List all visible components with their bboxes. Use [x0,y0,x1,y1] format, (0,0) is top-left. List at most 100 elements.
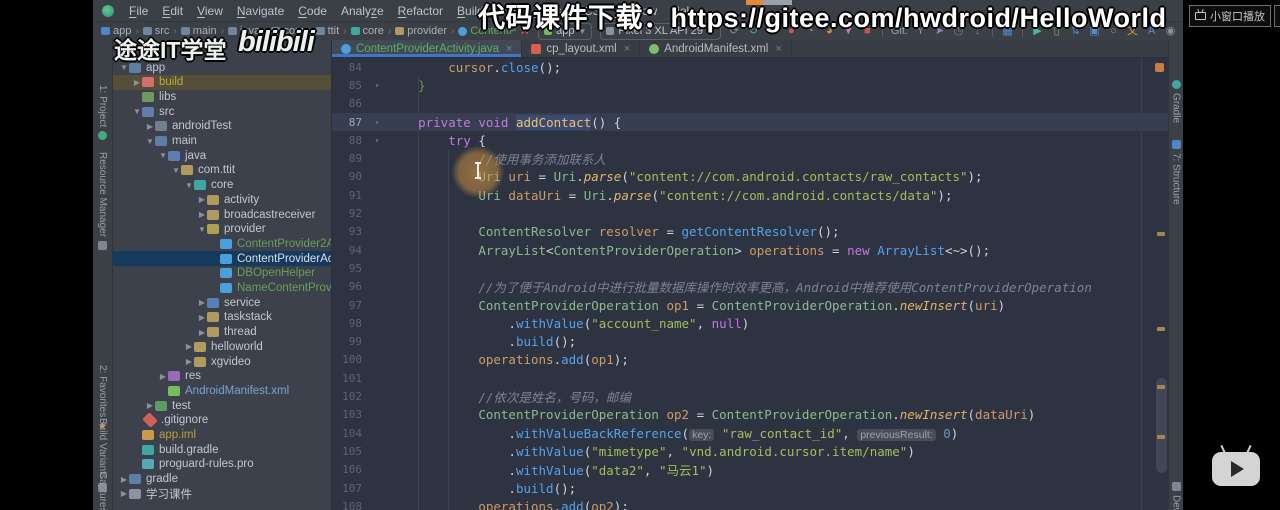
line-number[interactable]: 93 [332,225,366,238]
project-tree-panel[interactable]: ▼ app ▶ build libs ▼ src ▶ androidTest ▼ main ▼ java… [113,40,332,510]
tab-AndroidManifest.xml[interactable]: AndroidManifest.xml × [640,40,792,57]
tree-item-src[interactable]: ▼ src [113,104,331,119]
code-line-105: 105 .withValue("mimetype", "vnd.android.… [332,442,1168,460]
tree-item-DBOpenHelper[interactable]: DBOpenHelper [113,266,331,281]
tree-item-label: com.ttit [198,164,236,177]
line-number[interactable]: 104 [332,427,366,440]
tree-item-test[interactable]: ▶ test [113,398,331,413]
line-number[interactable]: 96 [332,280,366,293]
tree-item-res[interactable]: ▶ res [113,369,331,384]
tree-item-java[interactable]: ▼ java [113,148,331,163]
line-number[interactable]: 91 [332,189,366,202]
menu-view[interactable]: View [190,4,230,18]
line-number[interactable]: 87 [332,116,366,129]
code-line-98: 98 .withValue("account_name", null) [332,314,1168,332]
token: withValue [515,443,584,459]
tree-item-build.gradle[interactable]: build.gradle [113,442,331,457]
line-number[interactable]: 89 [332,152,366,165]
code-editor[interactable]: 84 cursor.close(); 85 ▾ } 86 87 ▾ private voi… [332,58,1168,510]
tab-cp_layout.xml[interactable]: cp_layout.xml × [522,40,641,57]
tool-window-button-device-file-explorer[interactable]: Device File Explorer [1169,482,1183,510]
tree-item-AndroidManifest.xml[interactable]: AndroidManifest.xml [113,383,331,398]
tab-close-icon[interactable]: × [506,43,512,55]
line-number[interactable]: 102 [332,390,366,403]
tree-item-androidTest[interactable]: ▶ androidTest [113,119,331,134]
tree-item-taskstack[interactable]: ▶ taskstack [113,310,331,325]
line-number[interactable]: 95 [332,262,366,275]
code-text: try { [388,133,486,148]
pip-play-button[interactable]: 小窗口播放 [1189,5,1271,27]
line-number[interactable]: 92 [332,207,366,220]
tool-window-button-captures[interactable]: Captures [93,472,112,510]
line-number[interactable]: 94 [332,244,366,257]
tree-item-com.ttit[interactable]: ▼ com.ttit [113,163,331,178]
tree-item-xgvideo[interactable]: ▶ xgvideo [113,354,331,369]
line-number[interactable]: 98 [332,317,366,330]
tree-item-app.iml[interactable]: app.iml [113,428,331,443]
line-number[interactable]: 88 [332,134,366,147]
breadcrumb-item-ttit[interactable]: ttit [314,25,342,37]
menu-analyze[interactable]: Analyze [334,4,391,18]
breadcrumb-item-core[interactable]: core [349,25,386,37]
line-number[interactable]: 105 [332,445,366,458]
tool-window-button-7-structure[interactable]: 7: Structure [1169,140,1183,205]
menu-file[interactable]: File [122,4,155,18]
code-text: operations.add(op2); [388,499,629,510]
tool-window-button-gradle[interactable]: Gradle [1169,80,1183,123]
tree-item-service[interactable]: ▶ service [113,295,331,310]
tree-item-core[interactable]: ▼ core [113,178,331,193]
menu-code[interactable]: Code [291,4,334,18]
tree-item-gradle[interactable]: ▶ gradle [113,472,331,487]
line-number[interactable]: 99 [332,335,366,348]
tree-item-ContentProviderActivity[interactable]: ContentProviderActivity [113,251,331,267]
chevron-right-icon: ▶ [120,474,128,484]
line-number[interactable]: 107 [332,482,366,495]
line-number[interactable]: 86 [332,97,366,110]
tab-close-icon[interactable]: × [624,43,630,55]
scrollbar-thumb[interactable] [1156,378,1167,473]
tree-item-ContentProvider2Activity[interactable]: ContentProvider2Activity [113,236,331,251]
chevron-down-icon: ▼ [133,107,141,117]
tree-item-thread[interactable]: ▶ thread [113,325,331,340]
tree-item-proguard-rules.pro[interactable]: proguard-rules.pro [113,457,331,472]
pip-close-button[interactable]: × [1274,5,1280,27]
menu-refactor[interactable]: Refactor [391,4,450,18]
tree-item-main[interactable]: ▼ main [113,134,331,149]
line-number[interactable]: 106 [332,463,366,476]
editor-area[interactable]: ContentProviderActivity.java × cp_layout.x… [332,40,1168,510]
line-number[interactable]: 84 [332,61,366,74]
tree-item-broadcastreceiver[interactable]: ▶ broadcastreceiver [113,207,331,222]
breadcrumb-item-provider[interactable]: provider [393,25,449,37]
tool-window-button-1-project[interactable]: 1: Project [93,85,112,141]
token: = [561,187,584,203]
chevron-right-icon: ▶ [185,342,193,352]
line-number[interactable]: 108 [332,500,366,510]
tool-window-button-resource-manager[interactable]: Resource Manager [93,152,112,251]
line-number[interactable]: 97 [332,299,366,312]
tree-item-activity[interactable]: ▶ activity [113,192,331,207]
line-number[interactable]: 101 [332,372,366,385]
tree-item-label: core [211,179,234,192]
token: . [508,463,516,479]
tree-item-helloworld[interactable]: ▶ helloworld [113,339,331,354]
line-number[interactable]: 85 [332,79,366,92]
tab-ContentProviderActivity.java[interactable]: ContentProviderActivity.java × [332,40,523,57]
tab-label: cp_layout.xml [546,42,617,55]
inspections-indicator-icon[interactable] [1155,63,1164,72]
tab-close-icon[interactable]: × [775,43,781,55]
token: > [734,242,750,258]
menu-navigate[interactable]: Navigate [230,4,291,18]
ic-package-icon [207,327,219,338]
tree-item-build[interactable]: ▶ build [113,74,331,90]
line-number[interactable]: 100 [332,353,366,366]
line-number[interactable]: 90 [332,170,366,183]
tree-item-学习课件[interactable]: ▶ 学习课件 [113,486,331,501]
bc-folder-icon [315,27,325,35]
menu-edit[interactable]: Edit [155,4,190,18]
tree-item-NameContentProvider[interactable]: NameContentProvider [113,281,331,296]
line-number[interactable]: 103 [332,408,366,421]
tree-item-libs[interactable]: libs [113,89,331,104]
tree-item-.gitignore[interactable]: .gitignore [113,412,331,428]
tree-item-provider[interactable]: ▼ provider [113,222,331,237]
token: uri [975,297,998,313]
